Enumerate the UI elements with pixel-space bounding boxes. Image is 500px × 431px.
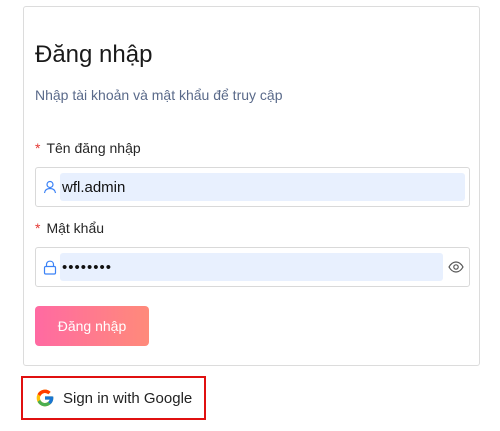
user-icon bbox=[42, 179, 58, 195]
username-label: * Tên đăng nhập bbox=[35, 140, 141, 156]
username-input[interactable]: wfl.admin bbox=[60, 173, 465, 201]
password-label: * Mật khẩu bbox=[35, 220, 104, 236]
password-field[interactable]: •••••••• bbox=[35, 247, 470, 287]
login-card: Đăng nhập Nhập tài khoản và mật khẩu để … bbox=[23, 6, 480, 366]
login-button[interactable]: Đăng nhập bbox=[35, 306, 149, 346]
google-sign-in-button[interactable]: Sign in with Google bbox=[35, 388, 192, 408]
username-field[interactable]: wfl.admin bbox=[35, 167, 470, 207]
google-highlight-box: Sign in with Google bbox=[21, 376, 206, 420]
google-icon bbox=[35, 388, 55, 408]
required-mark: * bbox=[35, 140, 41, 156]
page-title: Đăng nhập bbox=[35, 41, 153, 68]
eye-icon[interactable] bbox=[447, 258, 465, 276]
password-input[interactable]: •••••••• bbox=[60, 253, 443, 281]
page-subtitle: Nhập tài khoản và mật khẩu để truy cập bbox=[35, 87, 283, 103]
password-label-text: Mật khẩu bbox=[46, 220, 105, 236]
required-mark: * bbox=[35, 220, 41, 236]
lock-icon bbox=[42, 259, 58, 275]
username-label-text: Tên đăng nhập bbox=[46, 140, 141, 156]
google-sign-in-label: Sign in with Google bbox=[63, 389, 193, 407]
